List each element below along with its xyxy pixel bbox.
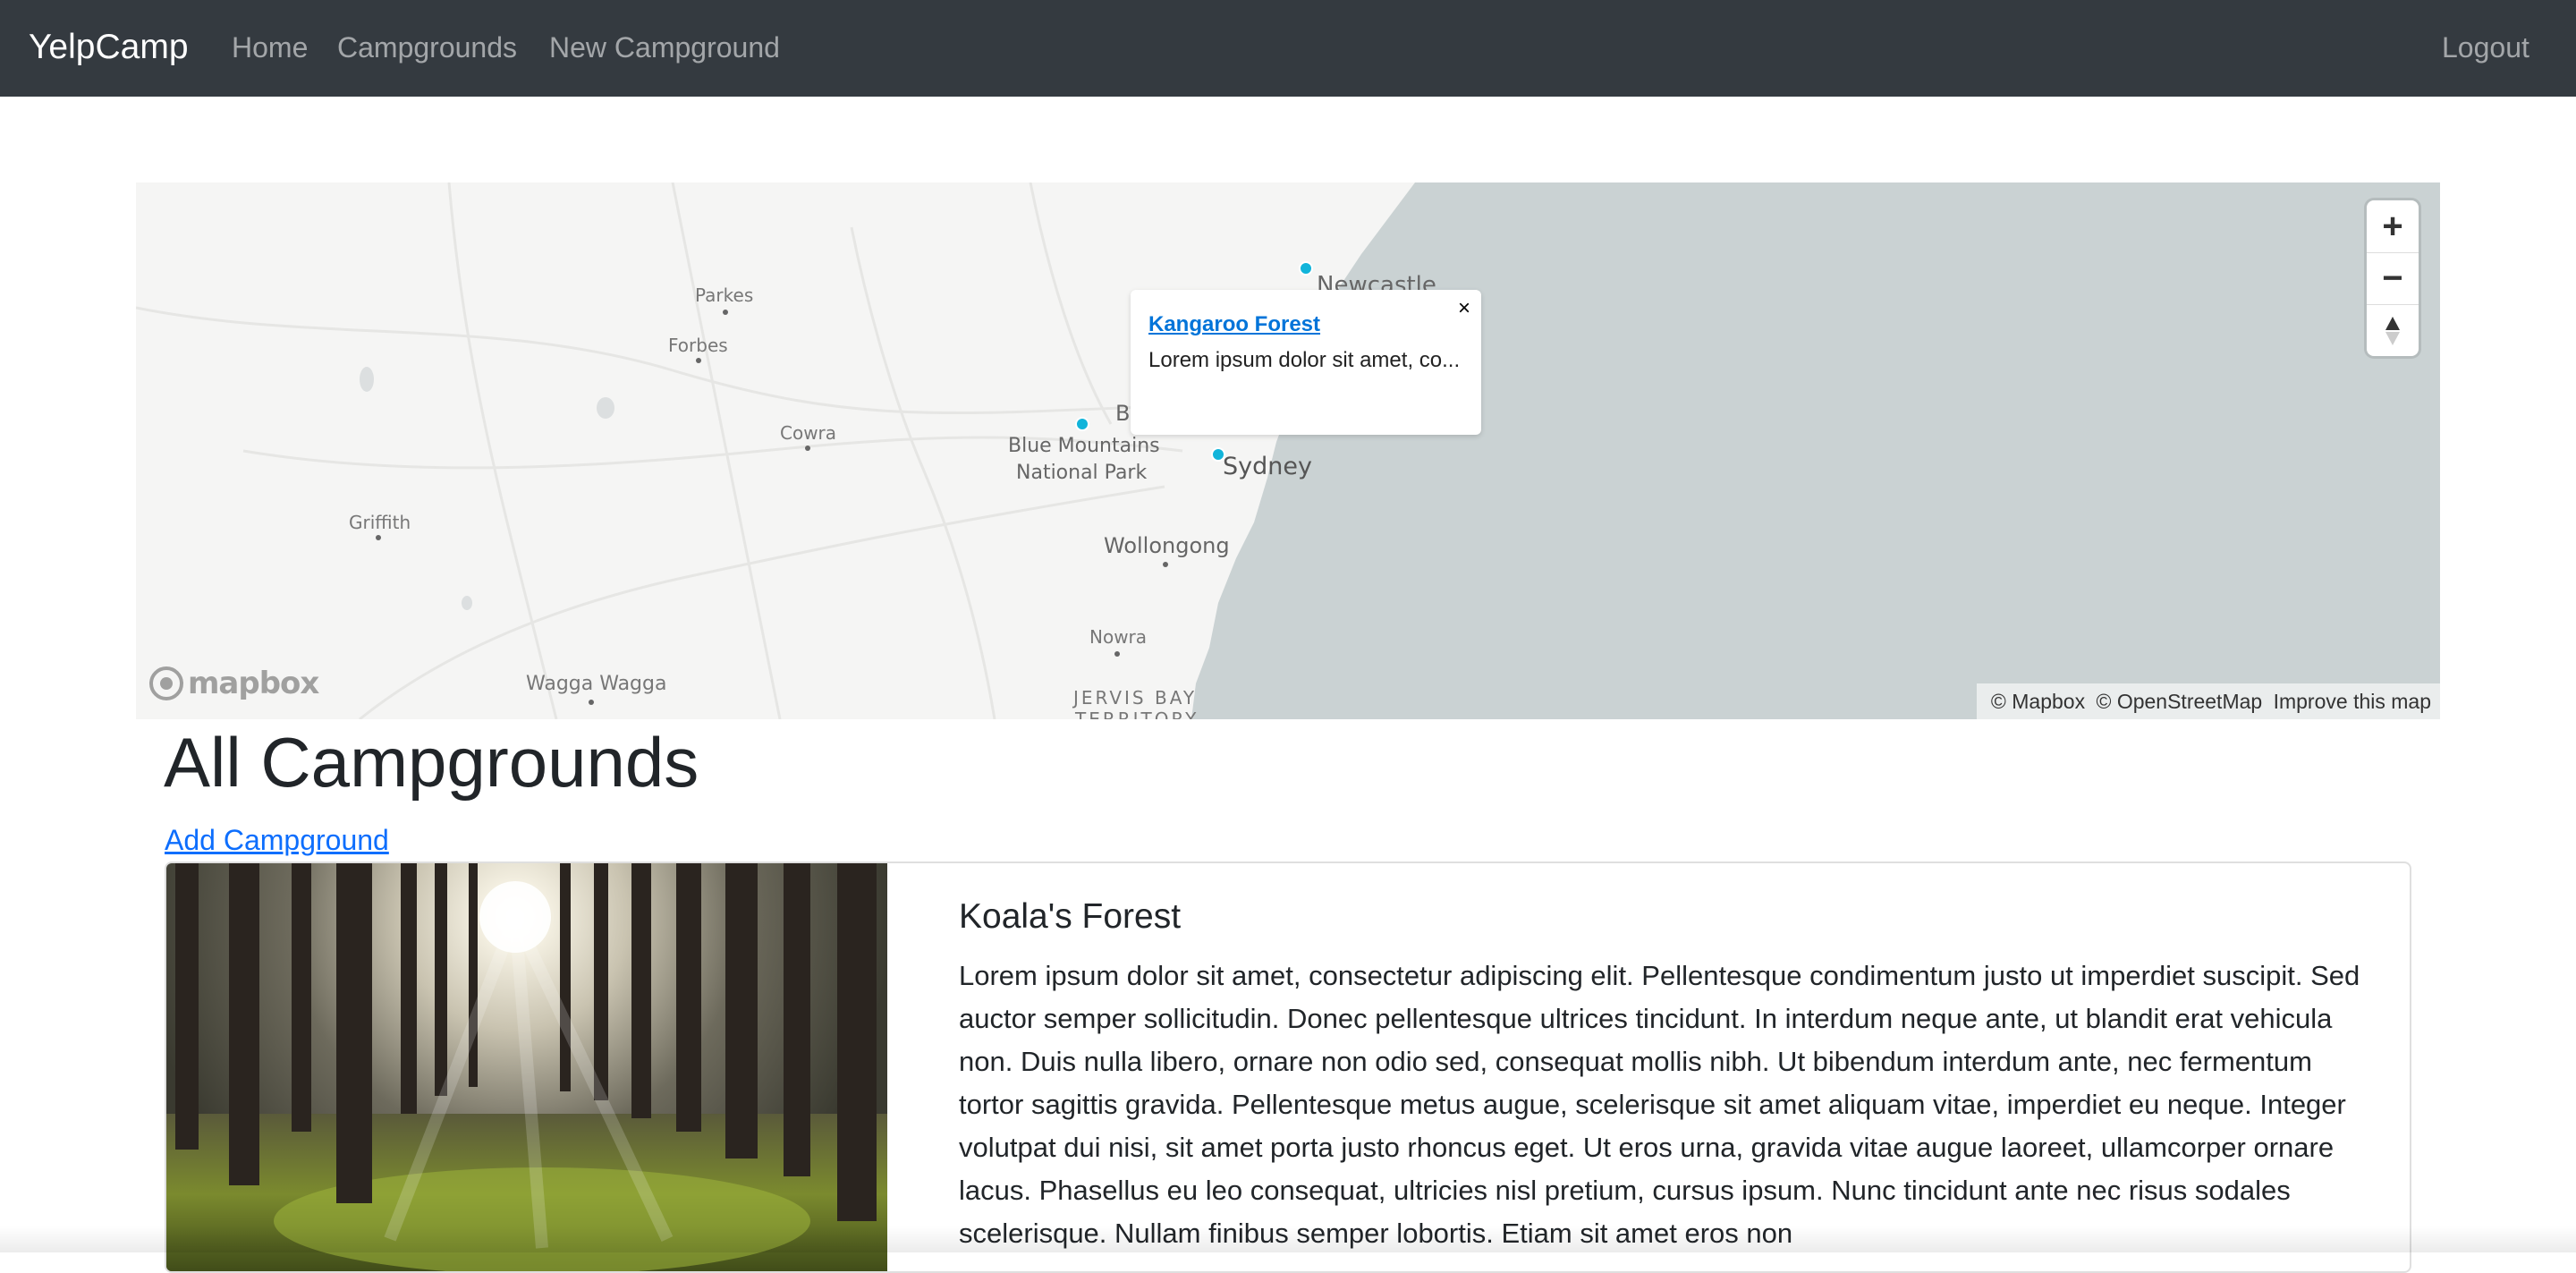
map-label-nowra: Nowra xyxy=(1089,626,1148,648)
nav-link-home[interactable]: Home xyxy=(232,27,308,68)
map-base-layer xyxy=(136,182,2440,719)
map-label-sydney: Sydney xyxy=(1223,453,1312,480)
map-label-wollongong: Wollongong xyxy=(1104,533,1230,558)
map-attribution: © Mapbox © OpenStreetMap Improve this ma… xyxy=(1976,683,2440,719)
campground-marker[interactable] xyxy=(1299,261,1313,276)
mapbox-logo[interactable]: mapbox xyxy=(148,666,319,701)
navbar: YelpCamp Home Campgrounds New Campground… xyxy=(0,0,2576,97)
map-label-forbes: Forbes xyxy=(668,335,728,356)
city-dot xyxy=(696,358,701,363)
city-dot xyxy=(805,446,810,451)
city-dot xyxy=(723,310,728,315)
zoom-out-button[interactable]: − xyxy=(2367,252,2419,304)
brand-link[interactable]: YelpCamp xyxy=(29,25,189,70)
mapbox-logo-icon xyxy=(149,666,183,700)
campground-description: Lorem ipsum dolor sit amet, consectetur … xyxy=(959,960,2360,1249)
city-dot xyxy=(1163,562,1168,567)
map-label-griffith: Griffith xyxy=(349,512,411,533)
campground-marker[interactable] xyxy=(1075,417,1089,431)
map-label-wagga-wagga: Wagga Wagga xyxy=(526,673,667,695)
popup-campground-link[interactable]: Kangaroo Forest xyxy=(1148,311,1463,338)
improve-map-link[interactable]: Improve this map xyxy=(2274,690,2431,713)
map-label-blue-mountains: Blue Mountains xyxy=(1008,435,1160,457)
card-body: Koala's Forest Lorem ipsum dolor sit ame… xyxy=(959,892,2372,1255)
campground-marker[interactable] xyxy=(1211,447,1225,462)
city-dot xyxy=(376,535,381,540)
nav-link-new-campground[interactable]: New Campground xyxy=(549,27,780,68)
logout-link[interactable]: Logout xyxy=(2442,27,2529,68)
compass-button[interactable] xyxy=(2367,304,2419,356)
nav-link-campgrounds[interactable]: Campgrounds xyxy=(337,27,517,68)
attribution-osm-link[interactable]: © OpenStreetMap xyxy=(2096,690,2262,713)
city-dot xyxy=(589,700,594,705)
map-label-territory: TERRITORY xyxy=(1075,709,1199,719)
mapbox-logo-text: mapbox xyxy=(188,666,319,701)
popup-close-button[interactable]: × xyxy=(1458,295,1470,322)
zoom-in-button[interactable]: + xyxy=(2367,200,2419,252)
add-campground-link[interactable]: Add Campground xyxy=(165,822,389,858)
map-label-partial: B xyxy=(1115,401,1131,426)
map-label-jervis-bay: JERVIS BAY xyxy=(1073,687,1198,709)
page-title: All Campgrounds xyxy=(164,723,699,802)
map-label-national-park: National Park xyxy=(1016,462,1148,484)
campground-title: Koala's Forest xyxy=(959,897,1182,936)
attribution-mapbox-link[interactable]: © Mapbox xyxy=(1991,690,2085,713)
map-label-parkes: Parkes xyxy=(695,284,754,306)
map-label-cowra: Cowra xyxy=(780,422,837,444)
popup-description: Lorem ipsum dolor sit amet, co... xyxy=(1148,348,1461,372)
city-dot xyxy=(1114,651,1120,657)
map-popup: × Kangaroo Forest Lorem ipsum dolor sit … xyxy=(1131,290,1481,435)
campground-card: Koala's Forest Lorem ipsum dolor sit ame… xyxy=(165,861,2411,1273)
cluster-map[interactable]: Newcastle Parkes Forbes Cowra Blue Mount… xyxy=(136,182,2440,719)
compass-icon xyxy=(2385,316,2400,345)
map-navigation-controls: + − xyxy=(2367,200,2419,356)
campground-image xyxy=(166,863,887,1271)
